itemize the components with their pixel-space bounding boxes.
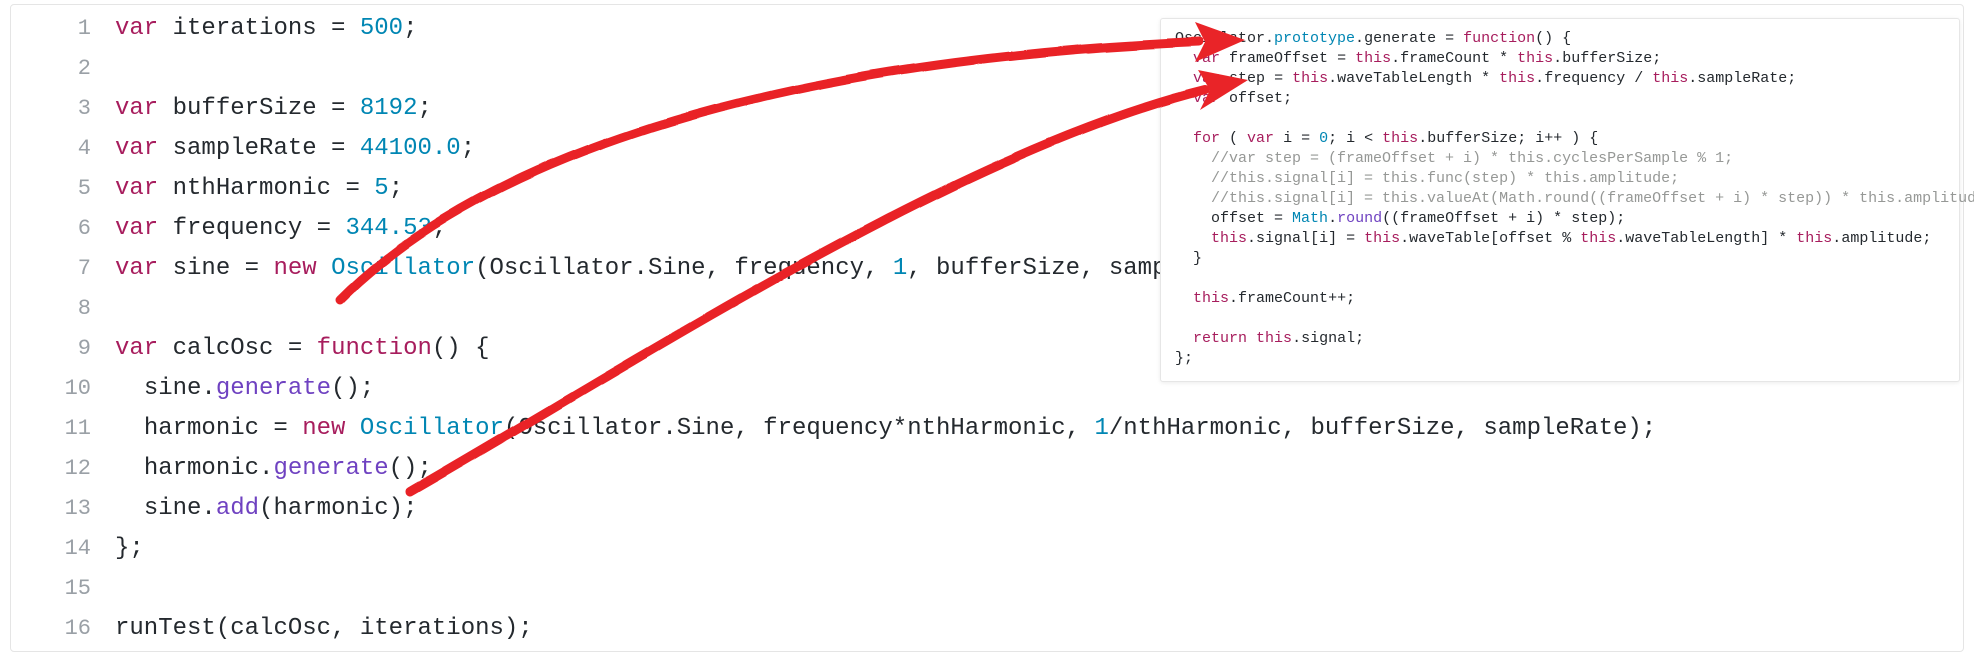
- code-line[interactable]: 14};: [11, 529, 1963, 569]
- line-number: 3: [11, 89, 115, 129]
- line-number: 8: [11, 289, 115, 329]
- line-number: 13: [11, 489, 115, 529]
- snippet-line: }: [1175, 249, 1945, 269]
- snippet-line: return this.signal;: [1175, 329, 1945, 349]
- code-line[interactable]: 15: [11, 569, 1963, 609]
- snippet-line: var frameOffset = this.frameCount * this…: [1175, 49, 1945, 69]
- code-content[interactable]: sine.add(harmonic);: [115, 489, 1963, 529]
- code-content[interactable]: };: [115, 529, 1963, 569]
- line-number: 12: [11, 449, 115, 489]
- line-number: 4: [11, 129, 115, 169]
- code-snippet-panel: Oscillator.prototype.generate = function…: [1160, 18, 1960, 382]
- line-number: 14: [11, 529, 115, 569]
- code-content[interactable]: harmonic.generate();: [115, 449, 1963, 489]
- snippet-line: };: [1175, 349, 1945, 369]
- line-number: 15: [11, 569, 115, 609]
- snippet-line: this.frameCount++;: [1175, 289, 1945, 309]
- snippet-line: var offset;: [1175, 89, 1945, 109]
- snippet-line: [1175, 109, 1945, 129]
- code-content[interactable]: harmonic = new Oscillator(Oscillator.Sin…: [115, 409, 1963, 449]
- line-number: 5: [11, 169, 115, 209]
- snippet-line: offset = Math.round((frameOffset + i) * …: [1175, 209, 1945, 229]
- snippet-line: [1175, 269, 1945, 289]
- snippet-line: this.signal[i] = this.waveTable[offset %…: [1175, 229, 1945, 249]
- snippet-line: //this.signal[i] = this.valueAt(Math.rou…: [1175, 189, 1945, 209]
- code-line[interactable]: 13 sine.add(harmonic);: [11, 489, 1963, 529]
- snippet-line: [1175, 309, 1945, 329]
- line-number: 10: [11, 369, 115, 409]
- snippet-line: //this.signal[i] = this.func(step) * thi…: [1175, 169, 1945, 189]
- line-number: 16: [11, 609, 115, 649]
- line-number: 1: [11, 9, 115, 49]
- code-content[interactable]: runTest(calcOsc, iterations);: [115, 609, 1963, 649]
- snippet-line: Oscillator.prototype.generate = function…: [1175, 29, 1945, 49]
- line-number: 7: [11, 249, 115, 289]
- line-number: 2: [11, 49, 115, 89]
- snippet-line: var step = this.waveTableLength * this.f…: [1175, 69, 1945, 89]
- code-line[interactable]: 12 harmonic.generate();: [11, 449, 1963, 489]
- code-line[interactable]: 16runTest(calcOsc, iterations);: [11, 609, 1963, 649]
- snippet-line: //var step = (frameOffset + i) * this.cy…: [1175, 149, 1945, 169]
- snippet-line: for ( var i = 0; i < this.bufferSize; i+…: [1175, 129, 1945, 149]
- line-number: 9: [11, 329, 115, 369]
- code-line[interactable]: 11 harmonic = new Oscillator(Oscillator.…: [11, 409, 1963, 449]
- line-number: 11: [11, 409, 115, 449]
- line-number: 6: [11, 209, 115, 249]
